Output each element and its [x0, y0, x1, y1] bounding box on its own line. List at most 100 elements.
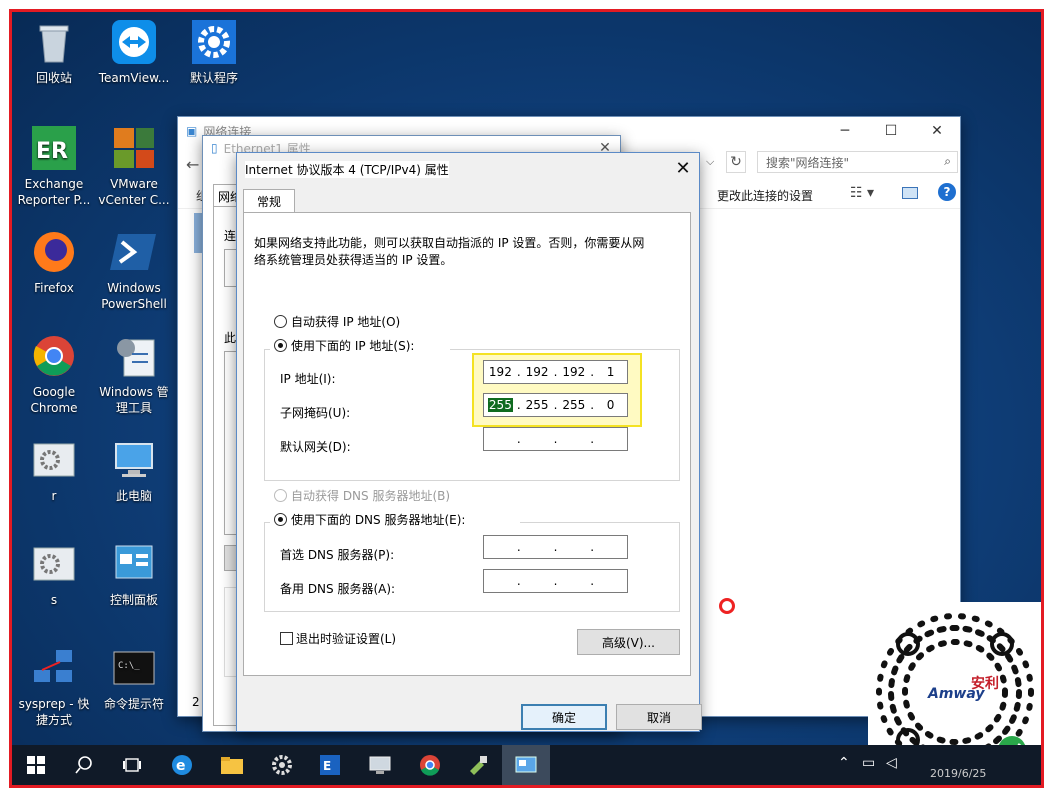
items-label: 此: [224, 331, 237, 345]
file-explorer-icon[interactable]: [208, 745, 256, 785]
desktop-icon-r[interactable]: r: [14, 436, 94, 504]
cmd-icon: C:\_: [110, 644, 158, 692]
address-dropdown-icon[interactable]: ⌵: [706, 151, 722, 173]
use-ip-label: 使用下面的 IP 地址(S):: [291, 339, 415, 353]
teamviewer-icon: [110, 18, 158, 66]
watermark-brand-cn: 安利: [971, 675, 999, 692]
search-icon[interactable]: [60, 745, 108, 785]
connect-using-label: 连: [224, 229, 237, 243]
change-settings-button[interactable]: 更改此连接的设置: [717, 187, 813, 204]
ip-address-label: IP 地址(I):: [280, 372, 336, 386]
svg-text:E: E: [323, 759, 331, 773]
gateway-field[interactable]: ...: [483, 427, 628, 451]
powershell-icon: [110, 228, 158, 276]
sysprep-icon: [30, 644, 78, 692]
preferred-dns-label: 首选 DNS 服务器(P):: [280, 548, 395, 562]
desktop: 回收站 TeamView... 默认程序 ER Exchange Reporte…: [12, 12, 1041, 785]
auto-ip-label: 自动获得 IP 地址(O): [291, 315, 401, 329]
desktop-icon-default-programs[interactable]: 默认程序: [174, 18, 254, 86]
help-icon[interactable]: ?: [938, 183, 956, 201]
desktop-icon-this-pc[interactable]: 此电脑: [94, 436, 174, 504]
control-panel-icon: [110, 540, 158, 588]
exchange-icon[interactable]: E: [306, 745, 354, 785]
close-button[interactable]: ✕: [914, 117, 960, 145]
settings-file-icon: [30, 540, 78, 588]
intro-text-line-1: 如果网络支持此功能，则可以获取自动指派的 IP 设置。否则，你需要从网: [254, 236, 645, 250]
subnet-mask-field[interactable]: 255. 255. 255. 0: [483, 393, 628, 417]
windows-start-icon[interactable]: [12, 745, 60, 785]
chrome-icon: [30, 332, 78, 380]
ipv4-properties-dialog: Internet 协议版本 4 (TCP/IPv4) 属性 ✕ 常规 如果网络支…: [236, 152, 702, 732]
recycle-bin-icon: [30, 18, 78, 66]
search-input[interactable]: 搜索"网络连接" ⌕: [757, 151, 958, 173]
view-options-icon[interactable]: ☷ ▾: [850, 185, 874, 201]
minimize-button[interactable]: ─: [822, 117, 868, 145]
chrome-icon[interactable]: [406, 745, 454, 785]
preferred-dns-field[interactable]: ...: [483, 535, 628, 559]
desktop-icon-vmware[interactable]: VMware vCenter C...: [94, 124, 174, 208]
validate-checkbox[interactable]: [280, 632, 293, 645]
back-arrow-icon[interactable]: ←: [186, 155, 199, 174]
edge-icon[interactable]: e: [158, 745, 206, 785]
maximize-button[interactable]: ☐: [868, 117, 914, 145]
ethernet-window-icon: ▯: [211, 141, 218, 155]
network-tray-icon[interactable]: ▭: [862, 755, 875, 771]
clock[interactable]: 2019/6/25: [930, 767, 986, 780]
subnet-mask-label: 子网掩码(U):: [280, 406, 351, 420]
refresh-icon[interactable]: ↻: [726, 151, 746, 173]
tools-icon[interactable]: [454, 745, 502, 785]
desktop-icon-cmd[interactable]: C:\_ 命令提示符: [94, 644, 174, 712]
auto-dns-label: 自动获得 DNS 服务器地址(B): [291, 489, 451, 503]
svg-text:C:\_: C:\_: [118, 661, 140, 671]
preview-pane-icon[interactable]: [902, 187, 918, 199]
chevron-up-icon[interactable]: ⌃: [838, 755, 850, 771]
network-connections-icon[interactable]: [502, 745, 550, 785]
dialog-title: Internet 协议版本 4 (TCP/IPv4) 属性: [245, 161, 449, 178]
desktop-icon-s[interactable]: s: [14, 540, 94, 608]
svg-text:ER: ER: [36, 139, 68, 164]
use-dns-radio[interactable]: [274, 513, 287, 526]
remote-desktop-icon[interactable]: [356, 745, 404, 785]
volume-icon[interactable]: ◁: [886, 755, 897, 771]
desktop-icon-powershell[interactable]: Windows PowerShell: [94, 228, 174, 312]
screen-frame: 回收站 TeamView... 默认程序 ER Exchange Reporte…: [9, 9, 1044, 788]
dialog-close-button[interactable]: ✕: [667, 153, 699, 183]
svg-text:e: e: [176, 758, 186, 774]
desktop-icon-sysprep[interactable]: sysprep - 快 捷方式: [14, 644, 94, 728]
desktop-icon-admin-tools[interactable]: Windows 管 理工具: [94, 332, 174, 416]
validate-label: 退出时验证设置(L): [296, 632, 397, 646]
use-dns-label: 使用下面的 DNS 服务器地址(E):: [291, 513, 466, 527]
items-count-partial: 2: [192, 695, 200, 709]
taskbar: e E ⌃ ▭ ◁ 2019/6/25: [12, 745, 1041, 785]
desktop-icon-recycle-bin[interactable]: 回收站: [14, 18, 94, 86]
search-icon: ⌕: [944, 154, 951, 168]
ip-address-field[interactable]: 192. 192. 192. 1: [483, 360, 628, 384]
desktop-icon-exchange-reporter[interactable]: ER Exchange Reporter P...: [14, 124, 94, 208]
settings-gear-icon[interactable]: [258, 745, 306, 785]
desktop-icon-teamviewer[interactable]: TeamView...: [94, 18, 174, 86]
auto-dns-radio[interactable]: [274, 489, 287, 502]
settings-file-icon: [30, 436, 78, 484]
alternate-dns-label: 备用 DNS 服务器(A):: [280, 582, 396, 596]
firefox-icon: [30, 228, 78, 276]
intro-text-line-2: 络系统管理员处获得适当的 IP 设置。: [254, 253, 453, 267]
gateway-label: 默认网关(D):: [280, 440, 351, 454]
general-tab-pane: 如果网络支持此功能，则可以获取自动指派的 IP 设置。否则，你需要从网 络系统管…: [243, 212, 691, 676]
auto-ip-radio[interactable]: [274, 315, 287, 328]
network-window-icon: ▣: [186, 124, 198, 138]
desktop-icon-firefox[interactable]: Firefox: [14, 228, 94, 296]
tab-general[interactable]: 常规: [243, 189, 295, 213]
admin-tools-icon: [110, 332, 158, 380]
gear-icon: [190, 18, 238, 66]
task-view-icon[interactable]: [108, 745, 156, 785]
alternate-dns-field[interactable]: ...: [483, 569, 628, 593]
cancel-button[interactable]: 取消: [616, 704, 702, 730]
desktop-icon-control-panel[interactable]: 控制面板: [94, 540, 174, 608]
vmware-icon: [110, 124, 158, 172]
desktop-icon-chrome[interactable]: Google Chrome: [14, 332, 94, 416]
cursor-indicator: [719, 598, 735, 614]
use-ip-radio[interactable]: [274, 339, 287, 352]
exchange-reporter-icon: ER: [30, 124, 78, 172]
ok-button[interactable]: 确定: [521, 704, 607, 730]
advanced-button[interactable]: 高级(V)...: [577, 629, 680, 655]
